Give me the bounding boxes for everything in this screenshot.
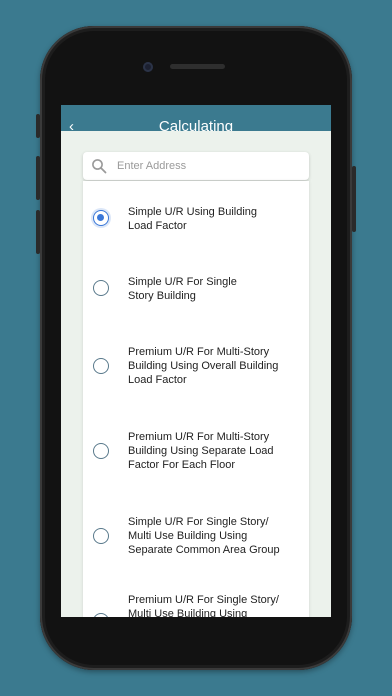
option-label-line: Building Using Separate Load: [128, 445, 274, 457]
option-label-line: Simple U/R For Single: [128, 276, 237, 288]
option-item[interactable]: Simple U/R Using Building Load Factor: [83, 181, 309, 261]
option-label-line: Load Factor: [128, 374, 187, 386]
option-item[interactable]: Premium U/R For Multi-Story Building Usin…: [83, 406, 309, 486]
front-camera: [143, 62, 153, 72]
option-label: Simple U/R For Single Story/Multi Use Bu…: [128, 515, 298, 557]
phone-frame: ‹ Calculating Simple U/R Using Building L…: [36, 26, 356, 670]
option-label-line: Separate Common Area Group: [128, 544, 280, 556]
option-label-line: Story Building: [128, 290, 196, 302]
option-label-line: Building Using Overall Building: [128, 360, 279, 372]
power-button: [352, 166, 356, 232]
option-label: Premium U/R For Multi-Story Building Usin…: [128, 430, 298, 472]
earpiece-speaker: [170, 64, 225, 69]
option-label-line: Premium U/R For Multi-Story: [128, 346, 270, 358]
radio-button[interactable]: [93, 210, 109, 226]
option-label-line: Multi Use Building Using: [128, 608, 248, 617]
radio-button[interactable]: [93, 528, 109, 544]
nav-title: Calculating: [158, 118, 234, 131]
option-item[interactable]: Simple U/R For Single Story Building: [83, 251, 309, 331]
option-label-line: Load Factor: [128, 220, 187, 232]
option-label: Simple U/R Using Building Load Factor: [128, 205, 298, 233]
mute-switch: [36, 114, 40, 138]
option-label-line: Simple U/R Using Building: [128, 206, 257, 218]
option-label-line: Simple U/R For Single Story/: [128, 516, 269, 528]
option-label: Simple U/R For Single Story Building: [128, 275, 298, 303]
option-label-line: Premium U/R For Single Story/: [128, 594, 279, 606]
option-label: Premium U/R For Single Story/Multi Use B…: [128, 593, 298, 617]
search-icon: [92, 159, 107, 174]
option-label: Premium U/R For Multi-Story Building Usin…: [128, 345, 298, 387]
radio-button[interactable]: [93, 358, 109, 374]
radio-button[interactable]: [93, 443, 109, 459]
search-bar[interactable]: [83, 152, 309, 180]
app-screen: ‹ Calculating Simple U/R Using Building L…: [61, 105, 331, 617]
volume-down-button: [36, 210, 40, 254]
option-item[interactable]: Premium U/R For Single Story/Multi Use B…: [83, 576, 309, 617]
volume-up-button: [36, 156, 40, 200]
radio-button[interactable]: [93, 280, 109, 296]
option-label-line: Premium U/R For Multi-Story: [128, 431, 270, 443]
options-list: Simple U/R Using Building Load Factor Simp…: [83, 181, 309, 617]
search-input[interactable]: [117, 152, 303, 180]
navigation-bar: ‹ Calculating: [61, 105, 331, 131]
radio-button[interactable]: [93, 613, 109, 617]
option-label-line: Factor For Each Floor: [128, 459, 235, 471]
option-label-line: Multi Use Building Using: [128, 530, 248, 542]
option-item[interactable]: Simple U/R For Single Story/Multi Use Bu…: [83, 491, 309, 571]
option-item[interactable]: Premium U/R For Multi-Story Building Usin…: [83, 321, 309, 401]
